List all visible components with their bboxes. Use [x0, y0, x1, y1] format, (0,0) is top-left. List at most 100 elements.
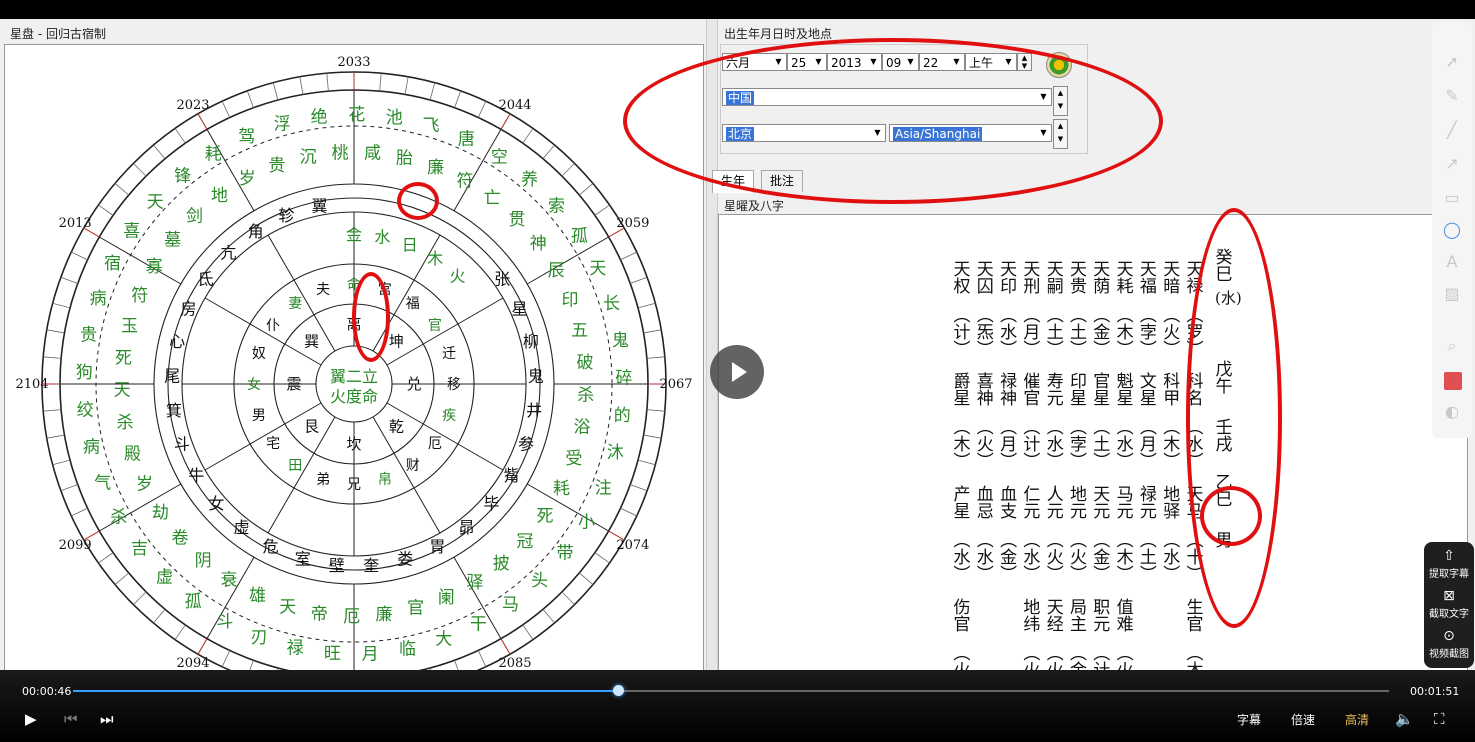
splitter[interactable] [706, 19, 718, 670]
star-name: 人元 [1046, 485, 1064, 522]
image-icon[interactable]: ▨ [1442, 284, 1462, 304]
star-name: 魁星 [1116, 372, 1134, 409]
palace-star-label: 死 [537, 507, 554, 527]
day-select[interactable]: 25 ▼ [787, 53, 827, 71]
degree-tick [542, 144, 555, 160]
star-name: 天暗 [1163, 260, 1181, 297]
star-planet: ︵ 月 ︶ [1139, 418, 1157, 472]
minute-select[interactable]: 22 ▼ [919, 53, 965, 71]
year-label: 2059 [616, 216, 649, 231]
chevron-down-icon: ▼ [1040, 128, 1047, 137]
timezone-select[interactable]: Asia/Shanghai ▼ [889, 124, 1052, 142]
line-icon[interactable]: ╱ [1442, 120, 1462, 140]
video-controls: 00:00:46 00:01:51 [0, 670, 1475, 742]
degree-tick [52, 302, 71, 309]
palace-star-label: 衰 [221, 570, 238, 590]
palace-label: 妻 [288, 296, 302, 312]
palace-star-label: 雄 [249, 586, 266, 606]
palace-star-label: 贵 [80, 325, 97, 345]
degree-tick [43, 356, 62, 359]
pen-icon[interactable]: ✎ [1442, 86, 1462, 106]
year-select[interactable]: 2013 ▼ [827, 53, 882, 71]
star-name: 局主 [1070, 598, 1087, 635]
month-select[interactable]: 六月 ▼ [722, 53, 787, 71]
degree-tick [46, 434, 65, 439]
mansion-label: 井 [526, 401, 542, 420]
tab-birth-year[interactable]: 生年 [712, 170, 755, 193]
palace-star-label: 阑 [438, 588, 455, 608]
star-planet: ︵ 孛 ︶ [1070, 418, 1087, 472]
palace-star-label: 五 [571, 321, 588, 341]
star-name: 天印 [1000, 260, 1018, 297]
text-capture-button[interactable]: ⊠ 截取文字 [1424, 588, 1474, 620]
palace-star-label: 地 [211, 186, 228, 206]
next-icon[interactable]: ⏭ [100, 710, 114, 728]
trigram-label: 兑 [406, 375, 421, 393]
trigram-label: 坎 [346, 435, 361, 453]
palace-star-label: 帝 [311, 604, 328, 624]
degree-tick [60, 276, 78, 284]
speed-button[interactable]: 倍速 [1291, 711, 1315, 728]
previous-icon[interactable]: ⏮ [64, 710, 78, 728]
bazi-month: 戊午 [1215, 360, 1233, 397]
video-screenshot-button[interactable]: ⊙ 视频截图 [1424, 628, 1474, 660]
star-planet: ︵ 罗 ︶ [1186, 306, 1204, 360]
camera-icon: ⊙ [1443, 628, 1455, 644]
mansion-label: 娄 [397, 550, 413, 569]
palace-star-label: 厄 [343, 607, 360, 627]
color-swatch[interactable] [1444, 372, 1462, 390]
rectangle-icon[interactable]: ▭ [1442, 188, 1462, 208]
star-planet: ︵ 水 ︶ [1186, 418, 1204, 472]
mansion-label: 轸 [278, 206, 294, 225]
star-name: 文星 [1139, 372, 1157, 409]
time-spinner[interactable]: ▲ ▼ [1017, 53, 1032, 71]
palace-star-label: 刃 [251, 628, 268, 648]
country-spinner[interactable]: ▲ ▼ [1053, 86, 1068, 116]
magnifier-icon[interactable]: ⌕ [1442, 336, 1462, 356]
volume-icon[interactable]: 🔈 [1395, 710, 1414, 728]
palace-star-label: 空 [491, 147, 508, 167]
chart-wheel: 2033204420592067207420852090209420992104… [15, 55, 693, 671]
degree-tick [637, 302, 656, 309]
degree-tick [561, 591, 575, 605]
palace-label: 宅 [266, 436, 280, 452]
play-overlay-button[interactable] [710, 345, 764, 399]
year-label: 2094 [176, 656, 209, 671]
mansion-label: 张 [494, 269, 510, 288]
city-spinner[interactable]: ▲ ▼ [1053, 119, 1068, 149]
arrow-icon[interactable]: ↗ [1442, 154, 1462, 174]
palace-star-label: 咸 [364, 144, 381, 164]
star-name: 科名 [1186, 372, 1204, 409]
tab-annotation[interactable]: 批注 [761, 170, 804, 192]
city-select[interactable]: 北京 ▼ [722, 124, 886, 142]
fullscreen-icon[interactable]: ⛶ [1434, 710, 1445, 728]
ampm-select[interactable]: 上午 ▼ [965, 53, 1017, 71]
palace-star-label: 孤 [185, 592, 202, 612]
pointer-icon[interactable]: ➚ [1442, 52, 1462, 72]
subtitle-extract-button[interactable]: ⇧ 提取字幕 [1424, 548, 1474, 580]
palace-label: 官 [428, 318, 442, 334]
palace-star-label: 官 [407, 599, 424, 619]
palace-star-label: 寡 [146, 257, 163, 277]
country-select[interactable]: 中国 ▼ [722, 88, 1052, 106]
palace-star-label: 病 [83, 438, 100, 458]
subtitle-button[interactable]: 字幕 [1237, 711, 1261, 728]
palace-star-label: 沉 [300, 148, 317, 168]
hour-select[interactable]: 09 ▼ [882, 53, 919, 71]
drawing-toolbar: ➚ ✎ ╱ ↗ ▭ ◯ A ▨ ⌕ ◐ [1432, 22, 1472, 438]
quality-button[interactable]: 高清 [1345, 711, 1369, 728]
star-name: 天福 [1139, 260, 1157, 297]
globe-icon[interactable] [1046, 52, 1072, 78]
astrology-chart[interactable]: 2033204420592067207420852090209420992104… [4, 44, 704, 672]
text-icon[interactable]: A [1442, 252, 1462, 272]
bazi-hour: 乙巳 [1215, 473, 1233, 510]
ellipse-icon[interactable]: ◯ [1442, 220, 1462, 240]
star-name: 科甲 [1163, 372, 1181, 409]
degree-tick [114, 572, 130, 585]
trigram-label: 坤 [389, 333, 404, 351]
eraser-icon[interactable]: ◐ [1442, 402, 1462, 422]
star-planet: ︵木︶ [1163, 418, 1181, 472]
play-icon[interactable]: ▶ [25, 710, 37, 728]
palace-label: 弟 [316, 472, 330, 488]
star-name: 产星 [953, 485, 971, 522]
